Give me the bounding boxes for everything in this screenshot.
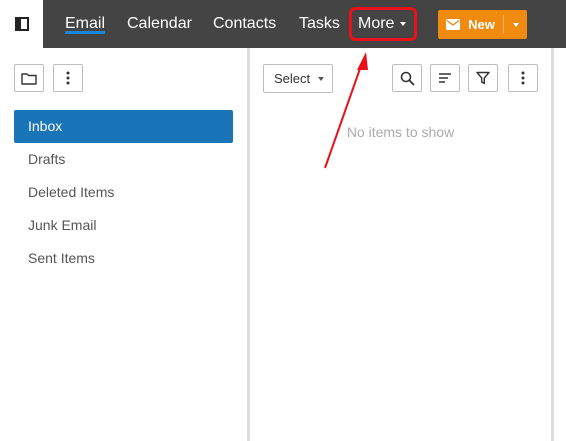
- new-message-label: New: [468, 17, 495, 32]
- empty-list-message: No items to show: [346, 124, 455, 140]
- folder-item-drafts[interactable]: Drafts: [14, 143, 233, 176]
- folder-more-options-button[interactable]: [53, 64, 83, 92]
- nav-tab-tasks-label: Tasks: [299, 15, 340, 32]
- chevron-down-icon: [512, 22, 519, 27]
- more-vertical-icon: [521, 71, 525, 85]
- annotation-highlight-box: [349, 7, 417, 41]
- top-navigation-bar: Email Calendar Contacts Tasks More New: [0, 0, 566, 48]
- search-icon: [400, 71, 414, 85]
- select-dropdown-label: Select: [274, 71, 311, 86]
- folder-item-sent-items[interactable]: Sent Items: [14, 242, 233, 275]
- new-folder-button[interactable]: [14, 64, 44, 92]
- sort-button[interactable]: [430, 64, 460, 92]
- active-tab-indicator: [65, 31, 106, 34]
- folder-icon: [21, 72, 37, 85]
- nav-tab-email[interactable]: Email: [65, 0, 106, 48]
- folder-item-inbox[interactable]: Inbox: [14, 110, 233, 143]
- sort-icon: [439, 73, 451, 83]
- filter-icon: [476, 71, 490, 85]
- pane-divider[interactable]: [551, 48, 554, 441]
- new-message-button[interactable]: New: [438, 10, 503, 39]
- search-button[interactable]: [392, 64, 422, 92]
- envelope-icon: [446, 19, 461, 30]
- chevron-down-icon: [318, 76, 325, 81]
- nav-tab-tasks[interactable]: Tasks: [299, 0, 340, 48]
- folder-item-deleted-items[interactable]: Deleted Items: [14, 176, 233, 209]
- nav-tab-contacts-label: Contacts: [213, 15, 277, 32]
- new-options-dropdown[interactable]: [504, 10, 527, 39]
- folder-list: Inbox Drafts Deleted Items Junk Email Se…: [14, 110, 233, 275]
- sidebar-toggle-icon: [14, 17, 29, 31]
- pane-divider[interactable]: [247, 48, 250, 441]
- nav-tab-email-label: Email: [65, 15, 106, 32]
- folder-item-junk-email[interactable]: Junk Email: [14, 209, 233, 242]
- more-vertical-icon: [66, 71, 70, 85]
- nav-tab-contacts[interactable]: Contacts: [213, 0, 276, 48]
- select-dropdown[interactable]: Select: [263, 64, 333, 93]
- nav-tab-calendar-label: Calendar: [127, 15, 192, 32]
- filter-button[interactable]: [468, 64, 498, 92]
- list-more-options-button[interactable]: [508, 64, 538, 92]
- new-message-split-button: New: [438, 10, 527, 39]
- nav-tab-calendar[interactable]: Calendar: [127, 0, 192, 48]
- sidebar-toggle-button[interactable]: [0, 0, 43, 48]
